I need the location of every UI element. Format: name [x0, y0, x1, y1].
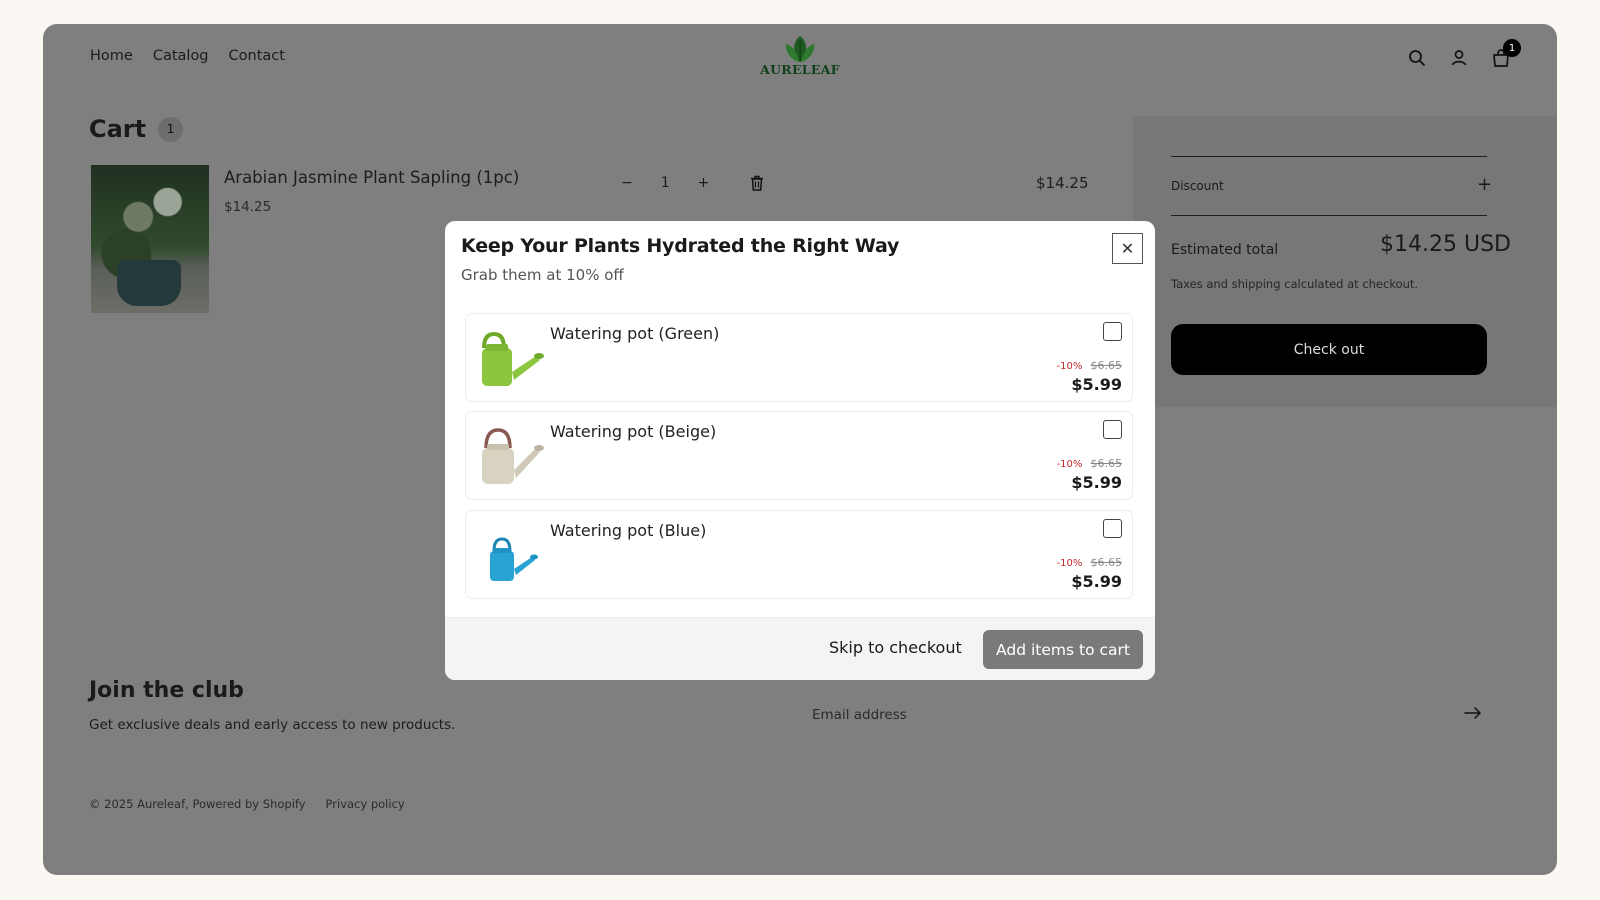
- order-summary: Discount + Estimated total $14.25 USD Ta…: [1133, 116, 1557, 407]
- offer-item[interactable]: Watering pot (Green) -10% $6.65 $5.99: [465, 313, 1133, 402]
- page-title: Cart: [89, 115, 147, 143]
- offer-price: $5.99: [1071, 473, 1122, 492]
- jasmine-product-image[interactable]: [91, 165, 209, 313]
- store-logo[interactable]: AURELEAF: [760, 34, 840, 77]
- estimated-total-value: $14.25 USD: [1380, 232, 1511, 257]
- offer-name: Watering pot (Blue): [550, 521, 707, 540]
- privacy-policy-link[interactable]: Privacy policy: [326, 797, 405, 811]
- search-icon[interactable]: [1407, 48, 1427, 68]
- cart-count-badge: 1: [158, 116, 184, 142]
- skip-to-checkout-button[interactable]: Skip to checkout: [829, 638, 962, 657]
- offer-prices: -10% $6.65 $5.99: [1057, 354, 1122, 394]
- offer-price: $5.99: [1071, 572, 1122, 591]
- modal-subtitle: Grab them at 10% off: [461, 266, 624, 284]
- nav-contact[interactable]: Contact: [229, 48, 285, 64]
- modal-title: Keep Your Plants Hydrated the Right Way: [461, 235, 900, 257]
- plant-pot-shape: [117, 260, 181, 306]
- copyright-text: © 2025 Aureleaf, Powered by Shopify: [89, 797, 306, 811]
- quantity-stepper: − 1 +: [621, 175, 709, 191]
- divider: [1171, 215, 1487, 216]
- quantity-value[interactable]: 1: [661, 175, 670, 191]
- checkout-button[interactable]: Check out: [1171, 324, 1487, 375]
- cart-item-price: $14.25: [224, 199, 272, 215]
- footer-legal: © 2025 Aureleaf, Powered by Shopify Priv…: [89, 797, 405, 811]
- cart-icon[interactable]: 1: [1491, 39, 1521, 68]
- watering-can-image: [472, 418, 548, 494]
- nav-home[interactable]: Home: [90, 48, 133, 64]
- minus-icon[interactable]: −: [621, 175, 633, 191]
- offer-prices: -10% $6.65 $5.99: [1057, 551, 1122, 591]
- cart-item-name[interactable]: Arabian Jasmine Plant Sapling (1pc): [224, 168, 519, 187]
- upsell-modal: Keep Your Plants Hydrated the Right Way …: [445, 221, 1155, 680]
- nav-catalog[interactable]: Catalog: [153, 48, 209, 64]
- cart-line-total: $14.25: [1036, 174, 1089, 192]
- watering-can-image: [472, 517, 548, 593]
- watering-can-image: [472, 320, 548, 396]
- logo-wordmark: AURELEAF: [760, 62, 840, 77]
- modal-footer: Skip to checkout Add items to cart: [445, 617, 1155, 680]
- discount-badge: -10%: [1056, 558, 1083, 569]
- offer-name: Watering pot (Beige): [550, 422, 717, 441]
- cart-count-badge: 1: [1503, 39, 1521, 57]
- offer-item[interactable]: Watering pot (Beige) -10% $6.65 $5.99: [465, 411, 1133, 500]
- taxes-note: Taxes and shipping calculated at checkou…: [1171, 277, 1419, 291]
- divider: [1171, 156, 1487, 157]
- trash-icon[interactable]: [750, 175, 764, 195]
- estimated-total-label: Estimated total: [1171, 242, 1279, 258]
- header-actions: 1: [1407, 39, 1521, 68]
- plus-icon[interactable]: +: [698, 175, 710, 191]
- account-icon[interactable]: [1449, 48, 1469, 68]
- newsletter-subtitle: Get exclusive deals and early access to …: [89, 717, 456, 733]
- discount-badge: -10%: [1056, 459, 1083, 470]
- offer-checkbox[interactable]: [1103, 519, 1122, 538]
- add-items-to-cart-button[interactable]: Add items to cart: [983, 630, 1143, 669]
- leaf-logo-icon: [785, 36, 815, 62]
- discount-label[interactable]: Discount: [1171, 179, 1224, 193]
- close-icon[interactable]: ✕: [1112, 233, 1143, 264]
- offer-name: Watering pot (Green): [550, 324, 720, 343]
- email-field[interactable]: Email address: [812, 700, 1482, 730]
- plus-icon[interactable]: +: [1477, 174, 1492, 195]
- cart-heading: Cart 1: [89, 115, 184, 143]
- offer-price: $5.99: [1071, 375, 1122, 394]
- compare-price: $6.65: [1090, 359, 1123, 372]
- discount-badge: -10%: [1056, 361, 1083, 372]
- email-placeholder: Email address: [812, 707, 907, 723]
- compare-price: $6.65: [1090, 457, 1123, 470]
- arrow-right-icon[interactable]: [1464, 706, 1482, 724]
- offer-checkbox[interactable]: [1103, 420, 1122, 439]
- offer-checkbox[interactable]: [1103, 322, 1122, 341]
- newsletter-title: Join the club: [89, 678, 244, 703]
- compare-price: $6.65: [1090, 556, 1123, 569]
- main-nav: Home Catalog Contact: [90, 48, 285, 64]
- offer-prices: -10% $6.65 $5.99: [1057, 452, 1122, 492]
- offer-item[interactable]: Watering pot (Blue) -10% $6.65 $5.99: [465, 510, 1133, 599]
